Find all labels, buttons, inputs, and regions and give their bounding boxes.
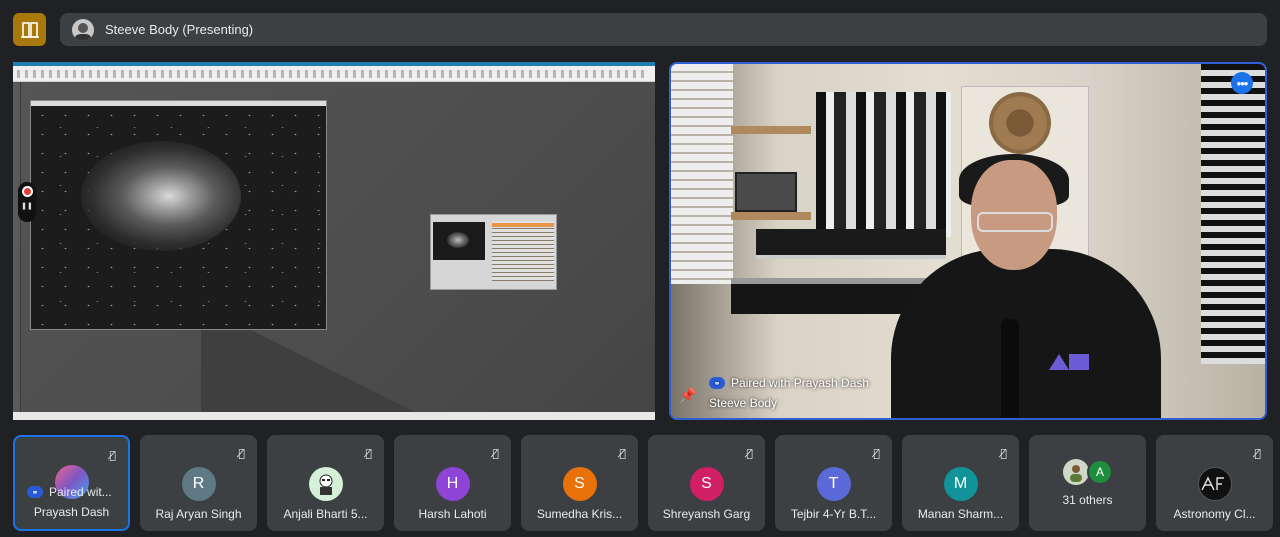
recording-widget[interactable]: ❚❚ <box>18 182 36 222</box>
participant-name: Manan Sharm... <box>917 507 1004 521</box>
mic-off-icon: 🎙̸ <box>365 447 372 460</box>
mic-off-icon: 🎙̸ <box>238 447 245 460</box>
participant-tile[interactable]: 🎙̸ ⚭ Paired wit... Prayash Dash <box>13 435 130 531</box>
window-blinds <box>671 64 733 284</box>
avatar: R <box>181 467 216 501</box>
avatar <box>1197 467 1232 501</box>
curtain <box>1201 64 1265 364</box>
participant-tile[interactable]: 🎙̸ Anjali Bharti 5... <box>267 435 384 531</box>
avatar: S <box>562 467 597 501</box>
top-bar: Steeve Body (Presenting) <box>0 0 1280 58</box>
pause-icon[interactable]: ❚❚ <box>21 202 33 210</box>
presenter-label: Steeve Body (Presenting) <box>105 22 254 37</box>
microphone <box>1001 319 1019 418</box>
mic-off-icon: 🎙̸ <box>1254 447 1261 460</box>
avatar: T <box>816 467 851 501</box>
avatar: S <box>689 467 724 501</box>
glasses <box>977 212 1053 232</box>
presenter-video-tile[interactable]: ••• ⚭ Paired with Prayash Dash 📌 Steeve … <box>669 62 1267 420</box>
participant-strip: 🎙̸ ⚭ Paired wit... Prayash Dash 🎙̸ R Raj… <box>13 435 1273 531</box>
shared-app-side-panel <box>13 82 21 412</box>
patterned-blanket <box>816 92 951 237</box>
paired-indicator: ⚭ Paired with Prayash Dash <box>709 376 869 390</box>
avatar: H <box>435 467 470 501</box>
paired-text: Paired wit... <box>49 485 112 499</box>
presenter-body <box>891 249 1161 418</box>
avatar <box>1063 459 1089 485</box>
presenter-name: Steeve Body <box>709 396 778 410</box>
shared-app-workspace <box>21 82 655 420</box>
mic-off-icon: 🎙̸ <box>492 447 499 460</box>
mic-off-icon: 🎙̸ <box>1000 447 1007 460</box>
file-list-dialog <box>430 214 557 290</box>
participant-tile[interactable]: 🎙̸ H Harsh Lahoti <box>394 435 511 531</box>
avatar: A <box>1087 459 1113 485</box>
participant-tile[interactable]: 🎙̸ Astronomy Cl... <box>1156 435 1273 531</box>
nebula-image-window <box>30 100 327 330</box>
participant-name: Tejbir 4-Yr B.T... <box>790 507 877 521</box>
presenter-avatar <box>72 18 94 41</box>
participant-name: Anjali Bharti 5... <box>283 507 368 521</box>
mic-off-icon: 🎙̸ <box>619 447 626 460</box>
avatar: M <box>943 467 978 501</box>
link-icon: ⚭ <box>709 377 725 389</box>
paired-text: Paired with Prayash Dash <box>731 376 870 390</box>
presenter-banner[interactable]: Steeve Body (Presenting) <box>60 13 1267 46</box>
participant-name: Harsh Lahoti <box>418 507 487 521</box>
others-tile[interactable]: A 31 others <box>1029 435 1146 531</box>
nebula-image <box>81 141 241 251</box>
participant-tile[interactable]: 🎙̸ T Tejbir 4-Yr B.T... <box>775 435 892 531</box>
participant-name: Raj Aryan Singh <box>155 507 242 521</box>
participant-tile[interactable]: 🎙̸ S Shreyansh Garg <box>648 435 765 531</box>
shared-screen[interactable]: ❚❚ <box>13 62 655 420</box>
link-icon: ⚭ <box>27 486 43 498</box>
more-options-icon[interactable]: ••• <box>1231 72 1253 94</box>
pin-icon[interactable]: 📌 <box>679 388 696 404</box>
synthesizer-keyboard <box>756 229 946 259</box>
hat <box>989 92 1051 154</box>
participant-name: Sumedha Kris... <box>536 507 623 521</box>
mic-off-icon: 🎙̸ <box>873 447 880 460</box>
participant-tile[interactable]: 🎙̸ R Raj Aryan Singh <box>140 435 257 531</box>
shared-app-toolbar <box>13 66 655 82</box>
participant-tile[interactable]: 🎙̸ M Manan Sharm... <box>902 435 1019 531</box>
others-count: 31 others <box>1062 493 1113 507</box>
meet-addon-logo-icon[interactable] <box>13 13 46 46</box>
mic-off-icon: 🎙̸ <box>109 449 116 462</box>
participant-tile[interactable]: 🎙̸ S Sumedha Kris... <box>521 435 638 531</box>
avatar <box>308 467 343 501</box>
participant-name: Astronomy Cl... <box>1173 507 1256 521</box>
participant-name: Prayash Dash <box>33 505 110 519</box>
paired-indicator: ⚭ Paired wit... <box>27 485 112 499</box>
shared-app-statusbar <box>13 412 655 420</box>
participant-name: Shreyansh Garg <box>662 507 751 521</box>
mic-off-icon: 🎙̸ <box>746 447 753 460</box>
record-icon[interactable] <box>21 186 33 197</box>
